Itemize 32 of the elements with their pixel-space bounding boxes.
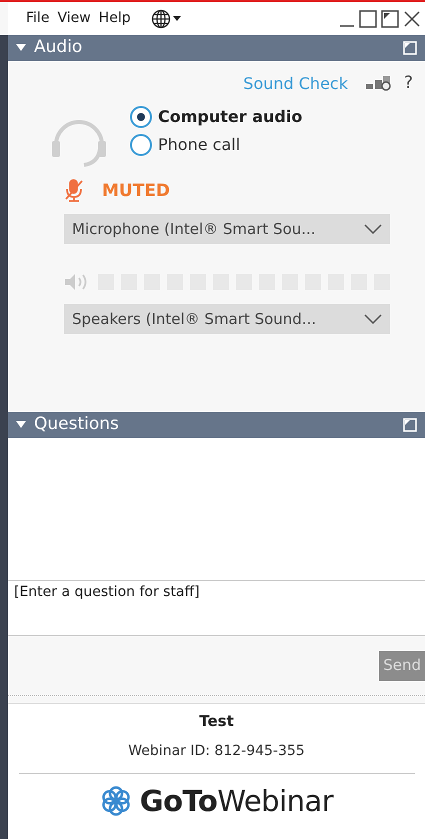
radio-button[interactable]	[130, 106, 152, 128]
chevron-down-icon	[364, 314, 382, 324]
help-button[interactable]: ?	[404, 71, 413, 96]
muted-microphone-icon[interactable]	[64, 179, 84, 204]
speaker-dropdown[interactable]: Speakers (Intel® Smart Sound...	[64, 304, 390, 334]
maximize-icon[interactable]	[359, 10, 377, 28]
collapse-triangle-icon	[16, 421, 26, 429]
close-icon[interactable]	[403, 10, 421, 28]
panel-header[interactable]: Questions	[8, 412, 425, 438]
panel-title: Questions	[34, 413, 120, 436]
mute-status: MUTED	[102, 180, 170, 202]
webinar-title: Test	[199, 711, 234, 732]
flower-logo-icon	[100, 785, 132, 818]
menu-item[interactable]: View	[57, 8, 91, 29]
microphone-dropdown[interactable]: Microphone (Intel® Smart Sou...	[64, 214, 390, 244]
webinar-id: Webinar ID: 812-945-355	[128, 742, 305, 760]
globe-icon	[150, 8, 171, 28]
panel-header[interactable]: Audio	[8, 35, 425, 61]
language-button[interactable]	[150, 8, 181, 28]
sound-check-icon[interactable]	[366, 74, 392, 93]
collapse-triangle-icon	[16, 44, 26, 52]
logo-text: GoToWebinar	[140, 782, 334, 820]
chevron-down-icon	[364, 224, 382, 234]
radio-option[interactable]: Phone call	[130, 132, 302, 156]
radio-button[interactable]	[130, 134, 152, 156]
pop-out-icon[interactable]	[381, 10, 399, 28]
radio-option[interactable]: Computer audio	[130, 104, 302, 128]
panel-title: Audio	[34, 36, 84, 60]
menu-item[interactable]: File	[26, 8, 50, 29]
menu-item[interactable]: Help	[98, 8, 131, 29]
caret-icon	[172, 16, 181, 21]
question-input[interactable]: [Enter a question for staff]	[8, 581, 425, 636]
